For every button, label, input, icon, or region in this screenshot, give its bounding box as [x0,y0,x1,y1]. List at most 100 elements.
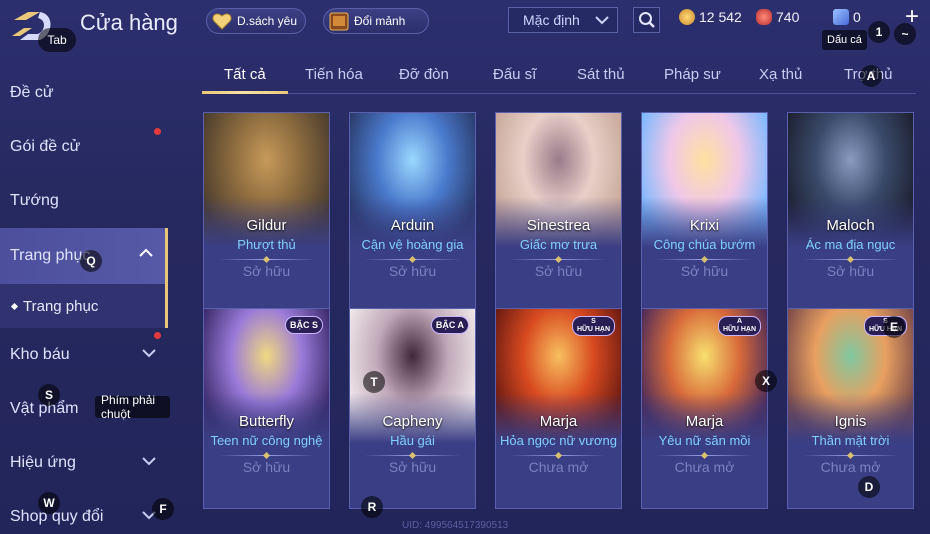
notification-dot [154,128,161,135]
key-hint-d: D [858,476,880,498]
hero-name: Maloch [826,217,875,234]
chevron-down-icon [595,16,609,25]
ownership-status: Chưa mở [820,459,881,475]
fragment-chest-icon [328,10,350,32]
gold-amount: 12 542 [699,9,742,25]
grade-label: BẬC A [435,320,464,330]
skin-card[interactable]: Butterfly Teen nữ công nghệ Sở hữu BẬC S [203,308,330,509]
sidebar-item-skins[interactable]: Trang phục Q [0,228,168,284]
skin-card[interactable]: IgnisThần mặt trờiChưa mởSHỮU HẠN [787,308,914,509]
voucher-amount: 0 [853,9,861,25]
tab-evolution[interactable]: Tiến hóa [305,66,363,83]
skin-card[interactable]: Capheny Hầu gái Sở hữu BẬC A [349,308,476,509]
skin-name: Teen nữ công nghệ [210,433,323,448]
category-tabs: Tất cả Tiến hóa Đỡ đòn Đấu sĩ Sát thủ Ph… [202,60,916,94]
key-hint-q: Q [80,250,102,272]
grade-letter: S [591,318,596,325]
key-hint-w: W [38,492,60,514]
grade-badge: BẬC A [430,316,469,334]
card-divider [656,455,753,456]
card-divider [510,259,607,260]
tab-tank[interactable]: Đỡ đòn [399,66,449,83]
hero-name: Ignis [834,413,867,430]
user-id: UID: 499564517390513 [402,520,509,531]
sidebar-item-label: Trang phục [10,247,91,264]
bullet-icon [10,302,19,310]
grade-sub: HỮU HẠN [576,326,610,333]
sidebar-item-label: Kho báu [10,346,70,363]
skin-card[interactable]: Sinestrea Giấc mơ trưa Sở hữu [495,112,622,313]
sidebar-item-effects[interactable]: Hiệu ứng [0,436,168,490]
grade-badge: A HỮU HẠN [717,316,761,336]
ownership-status: Sở hữu [680,263,729,279]
card-divider [364,455,461,456]
back-button[interactable]: Tab [10,6,76,52]
skin-name: Yêu nữ săn mồi [658,433,751,448]
sidebar-item-exchange-shop[interactable]: Shop quy đổi W F [0,490,174,534]
card-divider [218,455,315,456]
skin-card[interactable]: Marja Yêu nữ săn mồi Chưa mở A HỮU HẠN [641,308,768,509]
key-hint-t: T [363,371,385,393]
skin-name: Công chúa bướm [653,237,756,252]
search-icon [638,12,655,28]
hero-name: Marja [685,413,724,430]
ownership-status: Sở hữu [534,263,583,279]
top-bar: Tab Cửa hàng D.sách yêu Đổi mảnh Mặc địn… [0,0,930,52]
sidebar-item-label: Hiệu ứng [10,454,76,471]
skin-card[interactable]: Marja Hỏa ngọc nữ vương Chưa mở S HỮU HẠN [495,308,622,509]
sidebar-item-featured[interactable]: Đề cử [0,66,168,120]
skin-name: Cận vệ hoàng gia [361,237,464,252]
quan-huy-currency: 740 [756,9,799,25]
sort-dropdown[interactable]: Mặc định [508,7,618,33]
grade-sub: HỮU HẠN [722,326,756,333]
sidebar-item-featured-bundles[interactable]: Gói đề cử [0,120,168,174]
card-divider [656,259,753,260]
chevron-up-icon [139,248,153,257]
voucher-currency: 0 [833,9,861,25]
tab-assassin[interactable]: Sát thủ [577,66,625,83]
tab-fighter[interactable]: Đấu sĩ [493,66,536,83]
hero-name: Butterfly [238,413,295,430]
skin-card[interactable]: Maloch Ác ma địa ngục Sở hữu [787,112,914,313]
sidebar-item-label: Đề cử [10,84,54,101]
skin-card[interactable]: Krixi Công chúa bướm Sở hữu [641,112,768,313]
key-hint-f: F [152,498,174,520]
sidebar-item-heroes[interactable]: Tướng [0,174,168,228]
add-currency-button[interactable]: + [901,5,923,29]
card-divider [802,259,899,260]
tab-marksman[interactable]: Xạ thủ [759,66,802,83]
tab-mage[interactable]: Pháp sư [664,66,721,83]
skin-card[interactable]: Gildur Phượt thủ Sở hữu [203,112,330,313]
tab-all[interactable]: Tất cả [224,66,266,83]
grade-badge: BẬC S [284,316,323,334]
sort-value: Mặc định [523,12,580,28]
exchange-label: Đổi mảnh [354,14,406,28]
voucher-icon [833,9,849,25]
skin-card[interactable]: Arduin Cận vệ hoàng gia Sở hữu [349,112,476,313]
active-tab-indicator [202,91,288,94]
skin-name: Thần mặt trời [811,433,890,448]
key-hint-1: 1 [868,21,890,43]
wishlist-button[interactable]: D.sách yêu [206,8,306,34]
search-button[interactable] [633,7,660,33]
page-title: Cửa hàng [80,10,178,35]
skin-name: Hỏa ngọc nữ vương [500,433,617,448]
ownership-status: Sở hữu [388,263,437,279]
sidebar-item-treasure[interactable]: Kho báu [0,328,168,382]
currency-tooltip: Dấu cá [822,30,867,50]
ownership-status: Sở hữu [242,263,291,279]
card-divider [802,455,899,456]
gold-coin-icon [679,9,695,25]
exchange-fragments-button[interactable]: Đổi mảnh [323,8,429,34]
notification-dot [154,332,161,339]
key-hint-s: S [38,384,60,406]
hero-name: Krixi [689,217,720,234]
ownership-status: Chưa mở [528,459,589,475]
ownership-status: Sở hữu [826,263,875,279]
tab-key-hint: Tab [38,28,76,52]
sidebar-subitem-skins[interactable]: Trang phục [0,284,168,328]
hero-name: Sinestrea [526,217,591,234]
chevron-down-icon [142,457,156,466]
ownership-status: Chưa mở [674,459,735,475]
sidebar: Đề cử Gói đề cử Tướng Trang phục Q Trang… [0,66,174,534]
